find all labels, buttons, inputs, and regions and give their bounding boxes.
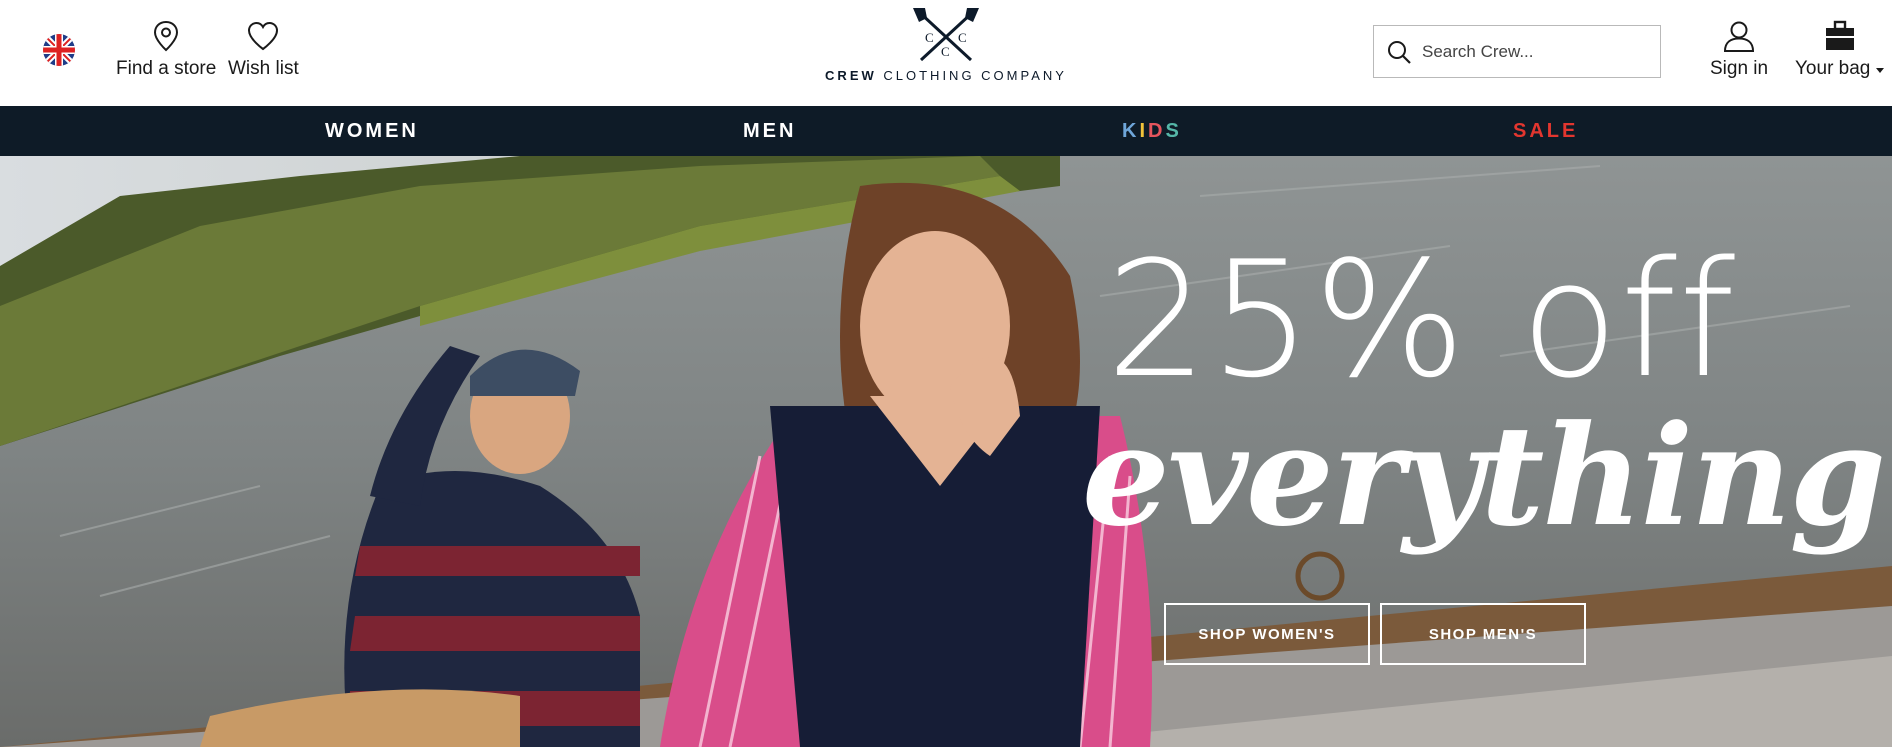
find-store-link[interactable]: Find a store <box>116 20 216 80</box>
bag-link[interactable]: Your bag <box>1795 20 1885 80</box>
sign-in-link[interactable]: Sign in <box>1710 20 1768 80</box>
svg-text:C: C <box>941 44 950 59</box>
bag-icon <box>1825 20 1854 50</box>
location-pin-icon <box>154 20 179 52</box>
svg-text:C: C <box>925 30 934 45</box>
sign-in-label: Sign in <box>1710 58 1769 79</box>
shop-womens-button[interactable]: SHOP WOMEN'S <box>1164 603 1370 665</box>
nav-kids[interactable]: KIDS <box>1122 106 1182 156</box>
search-icon[interactable] <box>1386 39 1412 65</box>
nav-men[interactable]: MEN <box>743 106 796 156</box>
chevron-down-icon <box>1876 68 1885 73</box>
wish-list-label: Wish list <box>228 58 299 79</box>
shop-mens-button[interactable]: SHOP MEN'S <box>1380 603 1586 665</box>
nav-kids-letter: K <box>1122 120 1140 142</box>
brand-logo[interactable]: C C C CREW CLOTHING COMPANY <box>825 8 1064 98</box>
site-header: Find a store Wish list C C C CREW CLOTHI… <box>0 0 1892 106</box>
nav-kids-letter: I <box>1139 120 1149 142</box>
logo-wordmark: CREW CLOTHING COMPANY <box>825 68 1067 83</box>
wish-list-link[interactable]: Wish list <box>228 20 299 80</box>
find-store-label: Find a store <box>116 58 217 79</box>
search-input[interactable] <box>1422 41 1642 62</box>
uk-flag-icon[interactable] <box>43 34 75 66</box>
hero-headline-discount: 25% off <box>1106 226 1738 413</box>
nav-women[interactable]: WOMEN <box>325 106 419 156</box>
heart-icon <box>248 21 279 51</box>
crossed-oars-logo-icon: C C C <box>913 8 979 62</box>
bag-label: Your bag <box>1795 58 1871 79</box>
nav-kids-letter: D <box>1148 120 1166 142</box>
svg-text:C: C <box>958 30 967 45</box>
hero-banner[interactable]: 25% off everything SHOP WOMEN'S SHOP MEN… <box>0 156 1892 747</box>
user-icon <box>1724 21 1755 52</box>
search-box[interactable] <box>1373 25 1661 78</box>
hero-headline-everything: everything <box>1082 394 1886 557</box>
nav-kids-letter: S <box>1165 120 1182 142</box>
nav-sale[interactable]: SALE <box>1513 106 1578 156</box>
main-nav: WOMEN MEN KIDS SALE <box>0 106 1892 156</box>
